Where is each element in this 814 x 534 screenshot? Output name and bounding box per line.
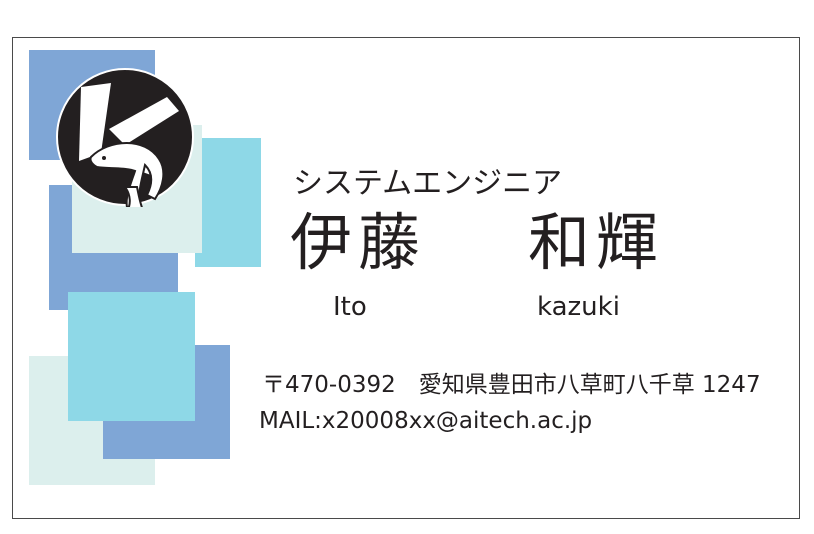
family-name-romaji: Ito <box>333 292 367 322</box>
decor-square-cyan-top <box>195 138 261 267</box>
given-name: 和輝 <box>528 206 665 279</box>
postal-address: 〒470-0392 愛知県豊田市八草町八千草 1247 <box>262 372 761 398</box>
job-title: システムエンジニア <box>293 166 563 201</box>
family-name: 伊藤 <box>290 206 427 279</box>
dolphin-k-logo-icon <box>56 68 194 207</box>
given-name-romaji: kazuki <box>537 292 620 322</box>
email-address[interactable]: MAIL:x20008xx@aitech.ac.jp <box>259 408 592 434</box>
decor-square-cyan-bottom <box>68 292 195 421</box>
